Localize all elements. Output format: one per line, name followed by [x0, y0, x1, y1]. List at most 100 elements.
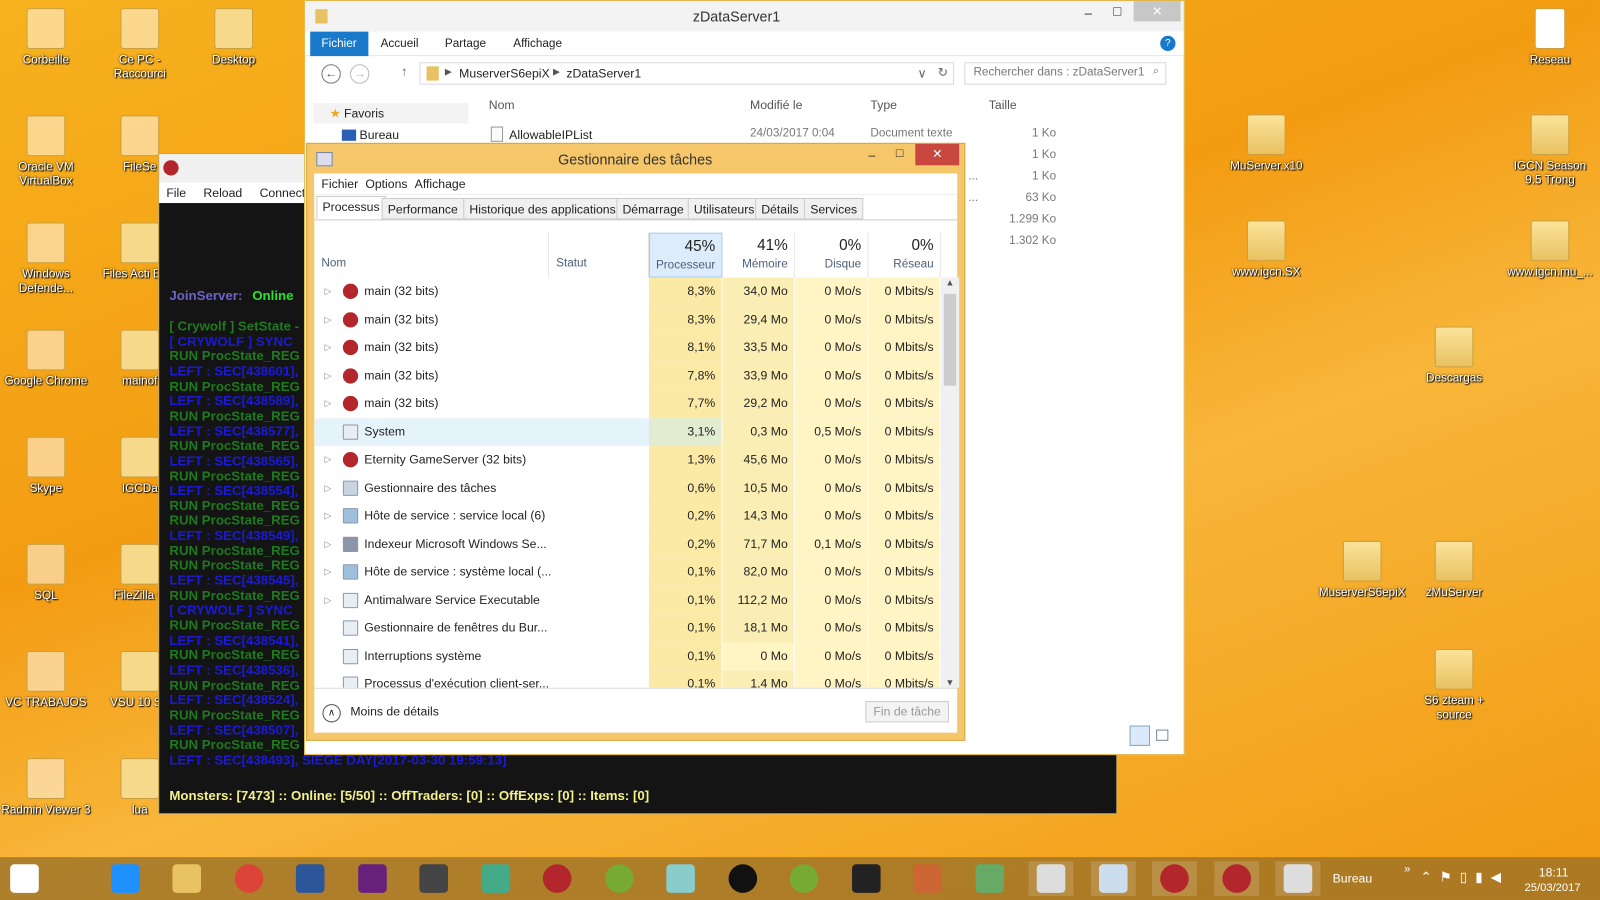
- desktop-icon[interactable]: VC TRABAJOS: [0, 651, 92, 710]
- clock-time[interactable]: 18:11: [1539, 865, 1569, 879]
- tab[interactable]: Processus: [316, 195, 386, 220]
- close-button[interactable]: ✕: [1133, 1, 1181, 22]
- ribbon-tab[interactable]: Affichage: [513, 32, 562, 56]
- scrollbar[interactable]: ▲ ▼: [940, 277, 960, 688]
- scrollbar-thumb[interactable]: [943, 293, 957, 386]
- process-row[interactable]: ▷ Eternity GameServer (32 bits) 1,3% 45,6 M…: [314, 445, 941, 474]
- mu-taskbar-button[interactable]: [1152, 861, 1197, 896]
- process-row[interactable]: ▷ Indexeur Microsoft Windows Se... 0,2% 71,…: [314, 530, 941, 559]
- process-row[interactable]: Gestionnaire de fenêtres du Bur... 0,1% 18…: [314, 614, 941, 643]
- start-taskbar-button[interactable]: [2, 861, 47, 896]
- end-task-button[interactable]: Fin de tâche: [865, 701, 949, 723]
- process-row[interactable]: ▷ Hôte de service : système local (... 0,1…: [314, 558, 941, 587]
- ie-taskbar-button[interactable]: [103, 861, 148, 896]
- desktop-icon[interactable]: www.igcn.mu_...: [1504, 220, 1596, 279]
- desktop-icon[interactable]: Google Chrome: [0, 329, 92, 389]
- window-taskbar-button[interactable]: [1028, 861, 1074, 896]
- explorer-taskbar-button[interactable]: [164, 861, 209, 896]
- desktop-icon[interactable]: Corbeille: [0, 8, 92, 67]
- desktop-icon[interactable]: IGCN Season 9.5 Trong: [1504, 114, 1596, 187]
- eternity-taskbar-button[interactable]: [596, 861, 641, 896]
- process-row[interactable]: System 3,1% 0,3 Mo 0,5 Mo/s 0 Mbits/s: [314, 417, 941, 446]
- menu-file[interactable]: File: [166, 186, 186, 200]
- breadcrumb-item[interactable]: MuserverS6epiX: [459, 66, 550, 80]
- ribbon-tab[interactable]: Accueil: [381, 32, 419, 56]
- help-icon[interactable]: ?: [1160, 35, 1176, 52]
- taskmgr-taskbar-button[interactable]: [1090, 861, 1136, 896]
- expand-icon[interactable]: ▷: [324, 474, 331, 502]
- toolbar-expand-icon[interactable]: »: [1404, 863, 1410, 875]
- chrome-taskbar-button[interactable]: [226, 861, 271, 896]
- desktop-icon[interactable]: Descargas: [1408, 326, 1500, 386]
- expand-icon[interactable]: ▷: [324, 586, 331, 614]
- file-name[interactable]: AllowableIPList: [509, 128, 592, 142]
- column-header[interactable]: Type: [870, 98, 897, 112]
- column-header[interactable]: Taille: [989, 98, 1017, 112]
- app-taskbar-button[interactable]: [473, 861, 518, 896]
- process-row[interactable]: Processus d'exécution client-ser... 0,1% 1…: [314, 670, 941, 688]
- expand-icon[interactable]: ▷: [324, 306, 331, 334]
- desktop-icon[interactable]: S6 zteam + source: [1408, 648, 1500, 722]
- tab[interactable]: Détails: [755, 197, 805, 220]
- ribbon-tab[interactable]: Partage: [445, 32, 486, 56]
- window-taskbar-button[interactable]: [1275, 861, 1321, 896]
- desktop-toolbar[interactable]: Bureau: [1333, 871, 1372, 885]
- less-details-button[interactable]: ∧ Moins de détails: [322, 702, 439, 723]
- expand-icon[interactable]: ▷: [324, 334, 331, 362]
- mu-taskbar-button[interactable]: [1213, 861, 1259, 896]
- desktop-icon[interactable]: Reseau: [1504, 8, 1596, 67]
- tab[interactable]: Historique des applications: [463, 197, 622, 220]
- tab[interactable]: Utilisateurs: [687, 197, 761, 220]
- nav-favorites[interactable]: ★ Favoris: [313, 103, 469, 124]
- column-status[interactable]: Statut: [549, 232, 649, 278]
- tab[interactable]: Services: [804, 197, 864, 220]
- expand-icon[interactable]: ▷: [324, 446, 331, 474]
- clock-date[interactable]: 25/03/2017: [1524, 882, 1580, 894]
- process-row[interactable]: ▷ Gestionnaire des tâches 0,6% 10,5 Mo 0 Mo/…: [314, 473, 941, 503]
- desktop-icon[interactable]: Ce PC - Raccourci: [94, 8, 186, 81]
- minimize-button[interactable]: –: [1085, 5, 1092, 20]
- desktop-icon[interactable]: Oracle VM VirtualBox: [0, 115, 92, 188]
- expand-icon[interactable]: ▷: [324, 278, 331, 306]
- forward-button[interactable]: →: [349, 64, 370, 84]
- process-row[interactable]: ▷ Antimalware Service Executable 0,1% 112,2…: [314, 586, 941, 615]
- mu-logo-taskbar-button[interactable]: [720, 861, 765, 896]
- tab[interactable]: Performance: [381, 197, 464, 220]
- chevron-down-icon[interactable]: ∨: [918, 66, 927, 80]
- minimize-button[interactable]: –: [868, 148, 875, 162]
- desktop-icon[interactable]: SQL: [0, 543, 92, 603]
- desktop-icon[interactable]: MuServer.x10: [1220, 114, 1312, 173]
- process-row[interactable]: ▷ main (32 bits) 7,7% 29,2 Mo 0 Mo/s 0 Mbits/…: [314, 389, 941, 418]
- ribbon-tab[interactable]: Fichier: [310, 31, 368, 57]
- search-input[interactable]: Rechercher dans : zDataServer1 ⌕: [964, 62, 1167, 85]
- refresh-icon[interactable]: ↻: [938, 65, 948, 79]
- process-row[interactable]: ▷ Hôte de service : service local (6) 0,2%…: [314, 502, 941, 531]
- tiles-view-button[interactable]: [1156, 729, 1169, 741]
- process-row[interactable]: ▷ main (32 bits) 7,8% 33,9 Mo 0 Mo/s 0 Mbits/…: [314, 361, 941, 390]
- expand-icon[interactable]: ▷: [324, 530, 331, 558]
- game-taskbar-button[interactable]: [905, 861, 950, 896]
- infinity-taskbar-button[interactable]: [411, 861, 456, 896]
- expand-icon[interactable]: ▷: [324, 390, 331, 418]
- desktop-icon[interactable]: Desktop: [188, 8, 280, 67]
- desktop-icon[interactable]: Radmin Viewer 3: [0, 758, 92, 817]
- mu-taskbar-button[interactable]: [535, 861, 580, 896]
- column-network[interactable]: 0% Réseau: [868, 232, 941, 278]
- column-header[interactable]: Modifié le: [750, 98, 802, 112]
- column-disk[interactable]: 0% Disque: [795, 232, 869, 278]
- details-view-button[interactable]: [1129, 725, 1150, 746]
- nav-bureau[interactable]: Bureau: [341, 126, 399, 144]
- tab[interactable]: Démarrage: [616, 197, 690, 220]
- process-row[interactable]: ▷ main (32 bits) 8,1% 33,5 Mo 0 Mo/s 0 Mbits/…: [314, 333, 941, 362]
- desktop-icon[interactable]: MuserverS6epiX: [1316, 540, 1408, 600]
- column-memory[interactable]: 41% Mémoire: [722, 232, 795, 278]
- menu-item[interactable]: Fichier: [321, 177, 358, 191]
- desktop-icon[interactable]: Windows Defende...: [0, 222, 92, 295]
- address-bar[interactable]: ▶ MuserverS6epiX ▶ zDataServer1 ∨ ↻: [419, 62, 955, 85]
- breadcrumb-item[interactable]: zDataServer1: [566, 66, 641, 80]
- column-cpu[interactable]: 45% Processeur: [648, 232, 723, 278]
- expand-icon[interactable]: ▷: [324, 558, 331, 586]
- back-button[interactable]: ←: [321, 64, 341, 84]
- maximize-button[interactable]: □: [1113, 3, 1121, 18]
- expand-icon[interactable]: ▷: [324, 502, 331, 530]
